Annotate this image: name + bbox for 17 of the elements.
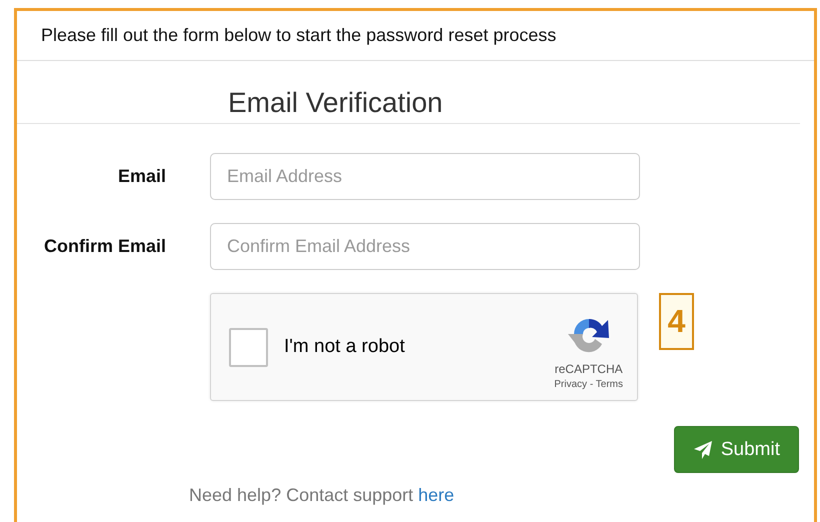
submit-button[interactable]: Submit: [674, 426, 799, 473]
field-label: Email: [118, 166, 166, 187]
support-link[interactable]: here: [418, 485, 454, 505]
input-field[interactable]: Email Address: [210, 153, 640, 200]
help-text: Need help? Contact support here: [189, 485, 456, 506]
instruction-text: Please fill out the form below to start the password reset process: [17, 11, 814, 61]
captcha-brand: reCAPTCHA: [554, 362, 623, 376]
paper-plane-icon: [692, 440, 713, 460]
privacy-link[interactable]: Privacy: [554, 379, 588, 390]
checkbox-label: I'm not a robot: [284, 336, 406, 358]
checkbox[interactable]: [229, 328, 268, 366]
annotation-badge: 4: [659, 293, 694, 350]
separator: -: [590, 379, 594, 390]
input-field[interactable]: Confirm Email Address: [210, 223, 640, 270]
section-heading: Email Verification: [228, 87, 443, 119]
field-label: Confirm Email: [44, 236, 166, 257]
terms-link[interactable]: Terms: [596, 379, 623, 390]
